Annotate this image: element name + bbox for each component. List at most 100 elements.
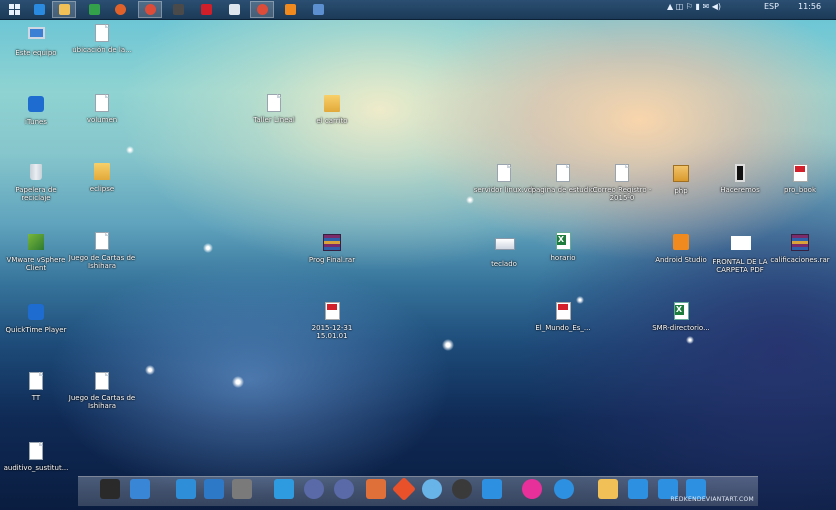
desktop-icon[interactable]: SMR-directorio... — [645, 302, 717, 332]
desktop-icon[interactable]: calificaciones.rar — [764, 232, 836, 264]
folder-icon — [324, 95, 340, 112]
desktop-icon[interactable]: auditivo_sustitut... — [0, 442, 72, 472]
taskbar-app-firefox[interactable] — [108, 1, 132, 18]
taskbar-app-chrome-2[interactable] — [250, 1, 274, 18]
dock-item-disc-2[interactable] — [332, 477, 356, 501]
desktop-icon-label: Juego de Cartas de Ishihara — [68, 254, 136, 270]
phone-icon — [735, 164, 745, 182]
dock: REDKENDEVIANTART.COM — [78, 476, 758, 506]
taskbar-app-chrome[interactable] — [138, 1, 162, 18]
dock-item-settings[interactable] — [364, 477, 388, 501]
taskbar-app-acrobat[interactable] — [194, 1, 218, 18]
desktop-icon[interactable]: QuickTime Player — [0, 302, 72, 334]
notepad-icon — [228, 4, 240, 15]
taskbar-app-notepad[interactable] — [222, 1, 246, 18]
orange-app-icon — [673, 234, 689, 250]
clock[interactable]: 11:56 — [798, 2, 821, 11]
cat-icon — [452, 479, 472, 499]
desktop-icon-label: iTunes — [25, 118, 47, 126]
desktop-icon-label: pro_book — [783, 186, 816, 194]
folder-dark-icon — [673, 165, 689, 182]
dock-item-finder-1[interactable] — [420, 477, 444, 501]
desktop-icon[interactable]: Papelera de reciclaje — [0, 162, 72, 202]
desktop-icon-label: QuickTime Player — [5, 326, 67, 334]
desktop-icon[interactable]: TT — [0, 372, 72, 402]
dock-item-git[interactable] — [391, 476, 417, 502]
blue-app-icon — [28, 304, 44, 320]
taskbar-app-internet-explorer[interactable] — [27, 1, 51, 18]
desktop-icon-label: Prog Final.rar — [308, 256, 356, 264]
green-app-icon — [28, 234, 44, 250]
dock-item-devices[interactable] — [174, 477, 198, 501]
desktop-icon-label: Juego de Cartas de Ishihara — [68, 394, 136, 410]
desktop-icon[interactable]: Juego de Cartas de Ishihara — [66, 232, 138, 270]
chrome-icon — [144, 4, 156, 15]
firefox-icon — [114, 4, 126, 15]
dock-item-screenshot[interactable] — [272, 477, 296, 501]
desktop-icon[interactable]: Juego de Cartas de Ishihara — [66, 372, 138, 410]
pdf-icon — [555, 302, 571, 320]
desktop-icon-label: El_Mundo_Es_... — [535, 324, 591, 332]
folder-icon — [58, 4, 70, 15]
dock-item-network[interactable] — [128, 477, 152, 501]
taskbar-app-media[interactable] — [166, 1, 190, 18]
dock-item-disc-1[interactable] — [302, 477, 326, 501]
desktop-icon[interactable]: el carrito — [296, 94, 368, 125]
desktop-icon[interactable]: Este equipo — [0, 24, 72, 57]
dock-item-browser[interactable] — [552, 477, 576, 501]
folder-icon — [628, 479, 648, 499]
windows-logo-icon — [8, 4, 20, 15]
taskbar-app-app[interactable] — [306, 1, 330, 18]
box-icon — [232, 479, 252, 499]
desktop-icon[interactable]: ubicación de la... — [66, 24, 138, 54]
dock-item-app-pink[interactable] — [520, 477, 544, 501]
git-icon — [391, 476, 417, 502]
pdf-icon — [324, 302, 340, 320]
desktop-icon-label: SMR-directorio... — [652, 324, 710, 332]
dock-item-folder-blue[interactable] — [626, 477, 650, 501]
desktop-icon[interactable]: horario — [527, 232, 599, 262]
taskbar-app-file-explorer[interactable] — [52, 1, 76, 18]
xls-icon — [555, 232, 571, 250]
window-icon — [204, 479, 224, 499]
desktop-icon-label: ubicación de la... — [72, 46, 132, 54]
doc-icon — [95, 232, 109, 250]
doc-icon — [556, 164, 570, 182]
desktop-icon[interactable]: eclipse — [66, 162, 138, 193]
cat-icon — [422, 479, 442, 499]
devices-icon — [176, 479, 196, 499]
home-icon — [284, 4, 296, 15]
tray-icons[interactable]: ▲ ◫ ⚐ ▮ ✉ ◀) — [667, 2, 721, 11]
doc-icon — [95, 24, 109, 42]
blue-app-icon — [312, 4, 324, 15]
desktop-icon-label: 2015-12-31 15.01.01 — [311, 324, 353, 340]
disc-icon — [334, 479, 354, 499]
ie-icon — [33, 4, 45, 15]
start-button[interactable] — [2, 1, 26, 18]
note-icon — [495, 238, 515, 250]
desktop-icon[interactable]: VMware vSphere Client — [0, 232, 72, 272]
desktop-icon[interactable]: 2015-12-31 15.01.01 — [296, 302, 368, 340]
doc-icon — [29, 372, 43, 390]
desktop-icon[interactable]: volumen — [66, 94, 138, 124]
desktop-icon[interactable]: El_Mundo_Es_... — [527, 302, 599, 332]
taskbar-app-home[interactable] — [278, 1, 302, 18]
dock-item-folder-yellow[interactable] — [596, 477, 620, 501]
desktop-icon[interactable]: iTunes — [0, 94, 72, 126]
dock-item-home[interactable] — [480, 477, 504, 501]
desktop-icon-label: volumen — [86, 116, 118, 124]
doc-icon — [29, 442, 43, 460]
dock-item-finder-2[interactable] — [450, 477, 474, 501]
taskbar-app-store[interactable] — [82, 1, 106, 18]
language-indicator[interactable]: ESP — [764, 2, 779, 11]
white-sq-icon — [731, 236, 751, 250]
film-icon — [172, 4, 184, 15]
xls-icon — [673, 302, 689, 320]
desktop-icon[interactable]: pro_book — [764, 164, 836, 194]
dock-item-terminal[interactable] — [98, 477, 122, 501]
doc-icon — [497, 164, 511, 182]
dock-item-maximize[interactable] — [202, 477, 226, 501]
rar-icon — [791, 234, 809, 251]
dock-item-virtualbox[interactable] — [230, 477, 254, 501]
desktop-icon[interactable]: Prog Final.rar — [296, 232, 368, 264]
